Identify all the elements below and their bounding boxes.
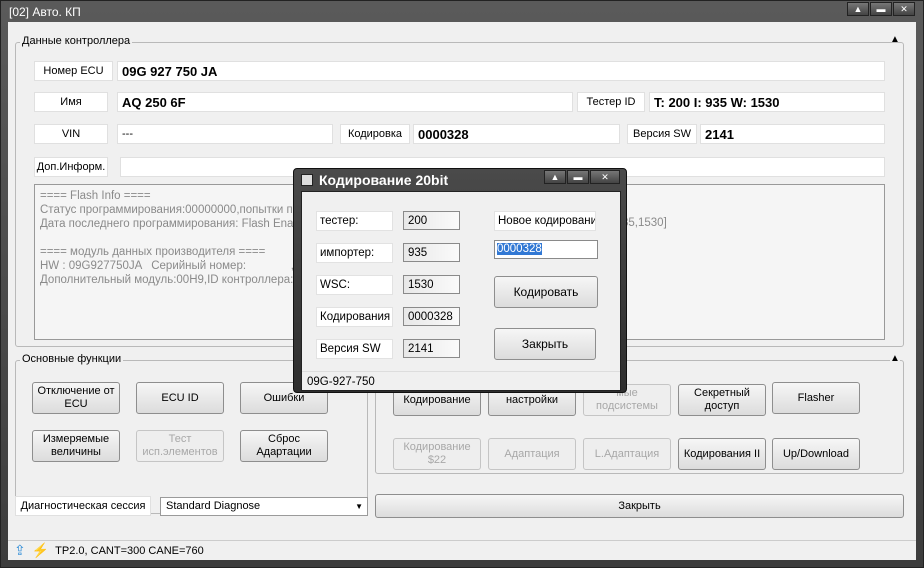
coding-ii-button[interactable]: Кодирования II xyxy=(678,438,766,470)
sw-version-value: 2141 xyxy=(403,339,460,358)
new-coding-value: 0000328 xyxy=(497,243,542,255)
importer-label: импортер: xyxy=(316,243,393,263)
encode-button[interactable]: Кодировать xyxy=(494,276,598,308)
tester-value: 200 xyxy=(403,211,460,230)
dialog-body: тестер: 200 импортер: 935 WSC: 1530 Коди… xyxy=(301,191,621,391)
importer-value: 935 xyxy=(403,243,460,262)
close-button[interactable]: ✕ xyxy=(893,2,915,16)
info-fragment: 35,1530] xyxy=(622,217,667,229)
disconnect-ecu-button[interactable]: Отключение от ECU xyxy=(32,382,120,414)
close-main-button[interactable]: Закрыть xyxy=(375,494,904,518)
window-title: [02] Авто. КП xyxy=(9,5,81,19)
up-download-button[interactable]: Up/Download xyxy=(772,438,860,470)
current-coding-label: Кодирования xyxy=(316,307,393,327)
coding-value: 0000328 xyxy=(413,124,620,144)
sw-version-value: 2141 xyxy=(700,124,885,144)
vin-label: VIN xyxy=(34,124,108,144)
upload-icon[interactable]: ⇪ xyxy=(14,542,26,559)
connection-icon: ⚡ xyxy=(31,542,50,558)
tester-id-label: Тестер ID xyxy=(577,92,645,112)
security-access-button[interactable]: Секретный доступ xyxy=(678,384,766,416)
wsc-label: WSC: xyxy=(316,275,393,295)
new-coding-label: Новое кодирование xyxy=(494,211,596,231)
minimize-button[interactable]: ▬ xyxy=(870,2,892,16)
tester-label: тестер: xyxy=(316,211,393,231)
dialog-maximize-button[interactable]: ▲ xyxy=(544,170,566,184)
status-text: TP2.0, CANT=300 CANE=760 xyxy=(55,544,204,557)
status-bar: ⇪ ⚡ TP2.0, CANT=300 CANE=760 xyxy=(8,540,916,560)
measured-values-button[interactable]: Измеряемые величины xyxy=(32,430,120,462)
sw-version-label: Версия SW xyxy=(316,339,393,359)
collapse-icon[interactable]: ▲ xyxy=(890,34,900,45)
extra-info-label: Доп.Информ. xyxy=(34,157,108,177)
diag-session-select[interactable]: Standard Diagnose ▼ xyxy=(160,497,368,516)
collapse-icon[interactable]: ▲ xyxy=(890,353,900,364)
dialog-status: 09G-927-750 xyxy=(302,371,620,391)
dialog-close-text-button[interactable]: Закрыть xyxy=(494,328,596,360)
vin-value: --- xyxy=(117,124,333,144)
controller-group-label: Данные контроллера xyxy=(20,35,133,47)
dialog-close-button[interactable]: ✕ xyxy=(590,170,620,184)
ecu-number-label: Номер ECU xyxy=(34,61,113,81)
coding-label: Кодировка xyxy=(340,124,410,144)
main-functions-label: Основные функции xyxy=(20,353,124,365)
wsc-value: 1530 xyxy=(403,275,460,294)
coding-22-button[interactable]: Кодирование $22 xyxy=(393,438,481,470)
name-label: Имя xyxy=(34,92,108,112)
ecu-number-value: 09G 927 750 JA xyxy=(117,61,885,81)
diag-session-value: Standard Diagnose xyxy=(166,500,261,512)
system-menu-icon[interactable] xyxy=(301,174,313,186)
sw-version-label: Версия SW xyxy=(627,124,697,144)
current-coding-value: 0000328 xyxy=(403,307,460,326)
flasher-button[interactable]: Flasher xyxy=(772,382,860,414)
new-coding-input[interactable]: 0000328 xyxy=(494,240,598,259)
l-adaptation-button[interactable]: L.Адаптация xyxy=(583,438,671,470)
reset-adaptation-button[interactable]: Сброс Адартации xyxy=(240,430,328,462)
chevron-down-icon: ▼ xyxy=(355,502,363,511)
dialog-title: Кодирование 20bit xyxy=(319,172,449,188)
coding-dialog: Кодирование 20bit ▲ ▬ ✕ тестер: 200 импо… xyxy=(293,168,627,393)
adaptation-button[interactable]: Адаптация xyxy=(488,438,576,470)
dialog-minimize-button[interactable]: ▬ xyxy=(567,170,589,184)
actuator-test-button[interactable]: Тест исп.элементов xyxy=(136,430,224,462)
diag-session-label: Диагностическая сессия xyxy=(15,496,151,516)
tester-id-value: T: 200 I: 935 W: 1530 xyxy=(649,92,885,112)
ecu-id-button[interactable]: ECU ID xyxy=(136,382,224,414)
name-value: AQ 250 6F xyxy=(117,92,573,112)
maximize-button[interactable]: ▲ xyxy=(847,2,869,16)
